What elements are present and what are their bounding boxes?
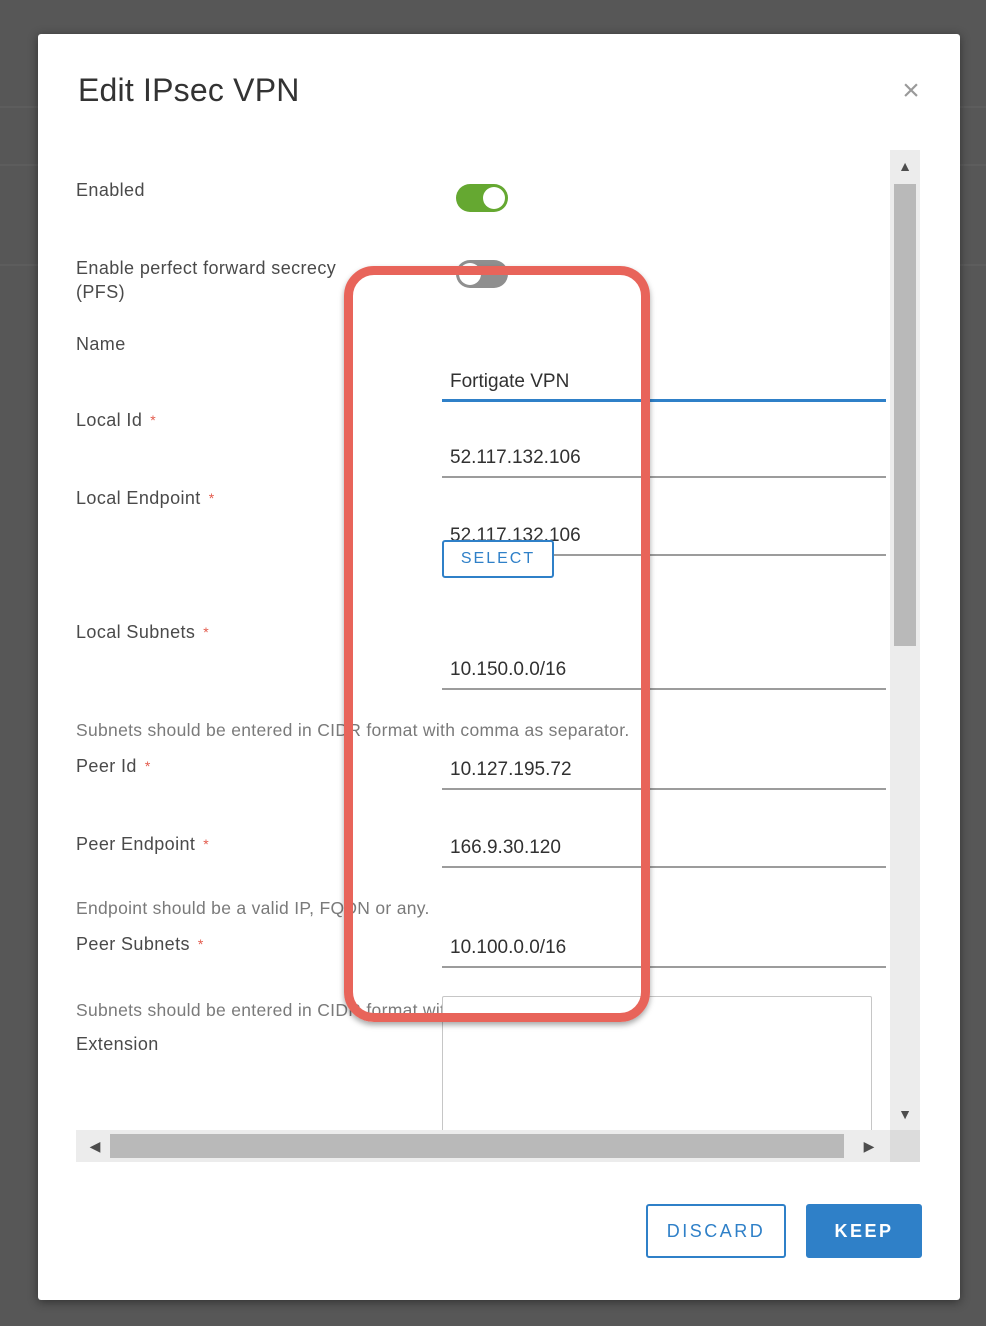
toggle-knob	[483, 187, 505, 209]
scroll-right-icon[interactable]: ▶	[854, 1130, 884, 1162]
peer-subnets-label: Peer Subnets *	[76, 932, 204, 956]
close-icon[interactable]: ×	[898, 76, 924, 106]
pfs-toggle[interactable]	[456, 260, 508, 288]
name-input[interactable]	[442, 364, 886, 402]
scroll-down-icon[interactable]: ▼	[890, 1102, 920, 1126]
peer-endpoint-label: Peer Endpoint *	[76, 832, 209, 856]
required-marker: *	[150, 412, 157, 428]
name-label: Name	[76, 334, 126, 354]
pfs-label-line1: Enable perfect forward secrecy	[76, 258, 337, 278]
peer-subnets-input[interactable]	[442, 930, 886, 968]
pfs-label: Enable perfect forward secrecy (PFS)	[76, 256, 336, 304]
extension-textarea[interactable]	[442, 996, 872, 1130]
local-id-label-text: Local Id	[76, 410, 143, 430]
peer-id-input[interactable]	[442, 752, 886, 790]
form-scroll-area: Enabled Enable perfect forward secrecy (…	[76, 150, 886, 1130]
edit-ipsec-vpn-dialog: Edit IPsec VPN × Enabled Enable perfect …	[38, 34, 960, 1300]
peer-endpoint-hint: Endpoint should be a valid IP, FQDN or a…	[76, 898, 430, 918]
vertical-scroll-thumb[interactable]	[894, 184, 916, 646]
scroll-left-icon[interactable]: ◀	[80, 1130, 110, 1162]
peer-id-label-text: Peer Id	[76, 756, 137, 776]
required-marker: *	[208, 490, 215, 506]
local-subnets-hint: Subnets should be entered in CIDR format…	[76, 720, 630, 740]
local-endpoint-label: Local Endpoint *	[76, 486, 215, 510]
select-endpoint-button[interactable]: SELECT	[442, 540, 554, 578]
required-marker: *	[203, 836, 210, 852]
keep-button[interactable]: KEEP	[806, 1204, 922, 1258]
local-id-input[interactable]	[442, 440, 886, 478]
peer-id-label: Peer Id *	[76, 754, 151, 778]
toggle-knob	[459, 263, 481, 285]
enabled-toggle[interactable]	[456, 184, 508, 212]
peer-endpoint-label-text: Peer Endpoint	[76, 834, 196, 854]
required-marker: *	[197, 936, 204, 952]
required-marker: *	[144, 758, 151, 774]
scroll-up-icon[interactable]: ▲	[890, 154, 920, 178]
peer-endpoint-input[interactable]	[442, 830, 886, 868]
discard-button[interactable]: DISCARD	[646, 1204, 786, 1258]
pfs-label-line2: (PFS)	[76, 282, 125, 302]
horizontal-scrollbar[interactable]: ◀ ▶	[76, 1130, 890, 1162]
local-id-label: Local Id *	[76, 408, 156, 432]
dialog-title: Edit IPsec VPN	[78, 72, 300, 108]
scrollbar-corner	[890, 1130, 920, 1162]
local-subnets-label-text: Local Subnets	[76, 622, 196, 642]
local-subnets-input[interactable]	[442, 652, 886, 690]
local-subnets-label: Local Subnets *	[76, 620, 209, 644]
vertical-scrollbar[interactable]: ▲ ▼	[890, 150, 920, 1130]
required-marker: *	[203, 624, 210, 640]
enabled-label: Enabled	[76, 180, 145, 200]
peer-subnets-label-text: Peer Subnets	[76, 934, 190, 954]
horizontal-scroll-thumb[interactable]	[110, 1134, 844, 1158]
extension-label: Extension	[76, 1034, 159, 1054]
local-endpoint-label-text: Local Endpoint	[76, 488, 201, 508]
